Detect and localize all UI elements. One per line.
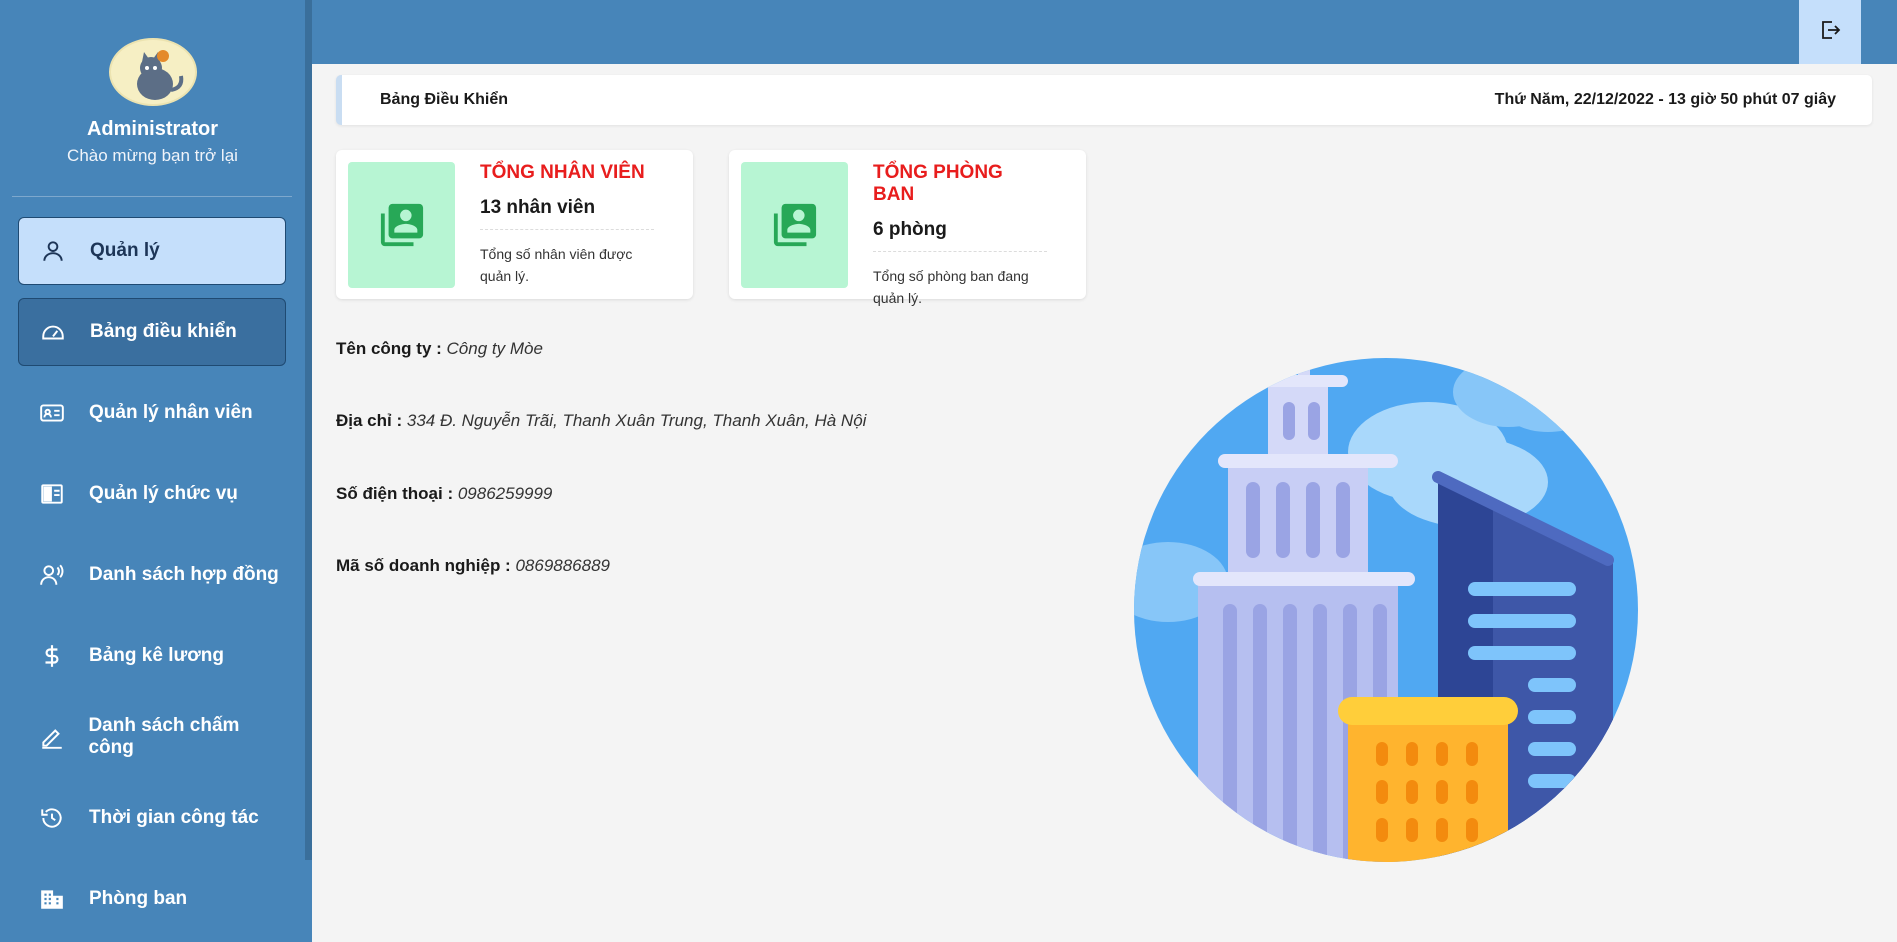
top-bar	[312, 0, 1897, 64]
company-address-value: 334 Đ. Nguyễn Trãi, Thanh Xuân Trung, Th…	[406, 411, 867, 430]
sidebar-item-quan-ly[interactable]: Quản lý	[18, 217, 286, 285]
sidebar-item-label: Quản lý chức vụ	[89, 483, 238, 504]
page-title: Bảng Điều Khiển	[380, 91, 509, 108]
stat-card-employees: TỔNG NHÂN VIÊN 13 nhân viên Tổng số nhân…	[336, 150, 693, 299]
company-tax-value: 0869886889	[515, 556, 610, 575]
company-phone-label: Số điện thoại :	[336, 484, 454, 503]
card-description: Tổng số nhân viên được quản lý.	[480, 246, 633, 284]
building-icon	[38, 885, 66, 913]
company-name-row: Tên công ty : Công ty Mòe	[336, 339, 543, 359]
card-value: 6 phòng	[873, 219, 1047, 252]
company-name-label: Tên công ty :	[336, 339, 442, 358]
sidebar-nav: Quản lý Bảng điều khiển Quản lý nhân viê…	[18, 217, 286, 942]
stat-card-departments: TỔNG PHÒNG BAN 6 phòng Tổng số phòng ban…	[729, 150, 1086, 306]
sidebar-item-quan-ly-nhan-vien[interactable]: Quản lý nhân viên	[18, 379, 286, 447]
sidebar-item-phong-ban[interactable]: Phòng ban	[18, 865, 286, 933]
sidebar-item-label: Quản lý nhân viên	[89, 402, 253, 423]
sidebar-item-danh-sach-cham-cong[interactable]: Danh sách chấm công	[18, 703, 286, 771]
sidebar-item-quan-ly-chuc-vu[interactable]: Quản lý chức vụ	[18, 460, 286, 528]
dashboard-icon	[39, 318, 67, 346]
profile-subtitle: Chào mừng bạn trở lại	[67, 146, 238, 165]
card-title: TỔNG PHÒNG BAN	[873, 162, 1003, 205]
pencil-icon	[38, 723, 65, 751]
card-title: TỔNG NHÂN VIÊN	[480, 162, 645, 183]
sidebar-scrollbar[interactable]	[305, 0, 312, 860]
contacts-icon	[741, 162, 848, 288]
history-icon	[38, 804, 66, 832]
dollar-icon	[38, 642, 66, 670]
company-phone-value: 0986259999	[457, 484, 553, 503]
company-name-value: Công ty Mòe	[446, 339, 543, 358]
sidebar-item-danh-sach-hop-dong[interactable]: Danh sách hợp đồng	[18, 541, 286, 609]
avatar	[108, 38, 197, 106]
sidebar-item-label: Quản lý	[90, 240, 160, 261]
sidebar-item-label: Phòng ban	[89, 888, 188, 909]
sidebar-item-thoi-gian-cong-tac[interactable]: Thời gian công tác	[18, 784, 286, 852]
sidebar: Administrator Chào mừng bạn trở lại Quản…	[0, 0, 312, 942]
company-address-row: Địa chỉ : 334 Đ. Nguyễn Trãi, Thanh Xuân…	[336, 411, 866, 431]
company-address-label: Địa chỉ :	[336, 411, 403, 430]
sidebar-item-label: Danh sách hợp đồng	[89, 564, 279, 585]
breadcrumb: Bảng Điều Khiển Thứ Năm, 22/12/2022 - 13…	[336, 75, 1872, 125]
sidebar-item-label: Bảng kê lương	[89, 645, 224, 666]
logout-icon	[1818, 18, 1842, 47]
user-voice-icon	[38, 561, 66, 589]
sidebar-item-bang-dieu-khien[interactable]: Bảng điều khiển	[18, 298, 286, 366]
card-description: Tổng số phòng ban đang quản lý.	[873, 268, 1029, 306]
sidebar-item-label: Thời gian công tác	[89, 807, 259, 828]
company-tax-row: Mã số doanh nghiệp : 0869886889	[336, 556, 610, 576]
profile-name: Administrator	[86, 118, 219, 140]
logout-button[interactable]	[1799, 0, 1861, 64]
sidebar-item-bang-ke-luong[interactable]: Bảng kê lương	[18, 622, 286, 690]
city-illustration	[1128, 332, 1648, 872]
company-tax-label: Mã số doanh nghiệp :	[336, 556, 511, 575]
layout-icon	[38, 480, 66, 508]
company-phone-row: Số điện thoại : 0986259999	[336, 484, 552, 504]
sidebar-divider	[12, 196, 292, 197]
contacts-icon	[348, 162, 455, 288]
profile: Administrator Chào mừng bạn trở lại	[0, 38, 305, 166]
id-card-icon	[38, 399, 66, 427]
card-value: 13 nhân viên	[480, 197, 654, 230]
user-icon	[39, 237, 67, 265]
datetime-display: Thứ Năm, 22/12/2022 - 13 giờ 50 phút 07 …	[1494, 91, 1836, 108]
sidebar-item-label: Bảng điều khiển	[90, 321, 237, 342]
sidebar-item-label: Danh sách chấm công	[88, 715, 240, 758]
